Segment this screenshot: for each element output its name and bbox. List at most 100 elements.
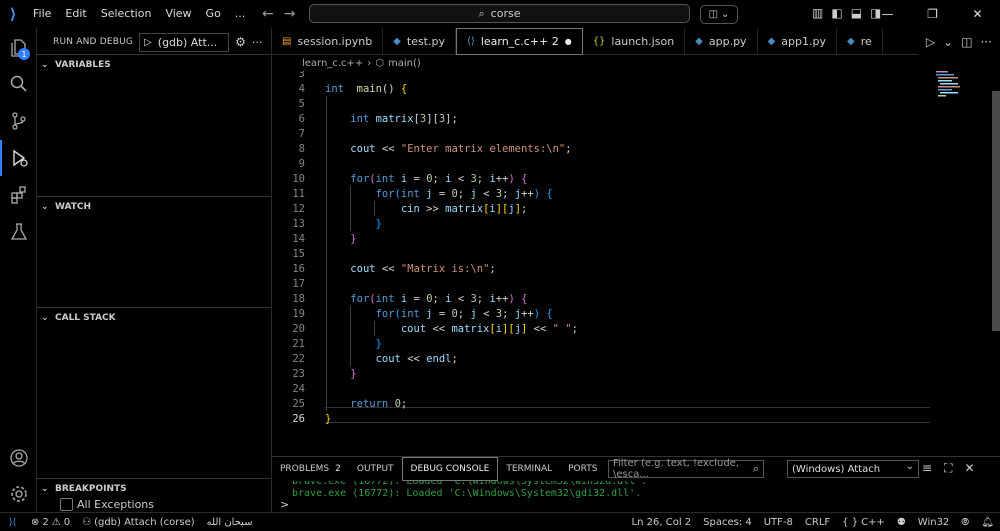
maximize-panel-icon[interactable]: ⛶ — [944, 461, 952, 476]
code-line[interactable]: 16 cout << "Matrix is:\n"; — [272, 262, 932, 277]
code-line[interactable]: 12 cin >> matrix[i][j]; — [272, 202, 932, 217]
code-line[interactable]: 14 } — [272, 232, 932, 247]
copilot-button[interactable]: ◫ ⌄ — [700, 4, 738, 24]
vscode-logo-icon[interactable]: ⟩ — [0, 0, 26, 28]
explorer-icon[interactable]: 1 — [0, 30, 37, 66]
menu-selection[interactable]: Selection — [94, 0, 159, 28]
breadcrumb-file[interactable]: learn_c.c++ — [302, 58, 363, 69]
console-prompt[interactable]: > — [280, 498, 289, 511]
back-arrow-icon[interactable]: ← — [262, 6, 274, 22]
variables-section-header[interactable]: ⌄ VARIABLES — [37, 54, 271, 74]
code-line[interactable]: 26} — [272, 412, 932, 427]
toggle-panel-icon[interactable]: ⬓ — [851, 6, 862, 20]
debug-status[interactable]: ⚇ (gdb) Attach (corse) — [76, 517, 201, 528]
console-filter-input[interactable]: Filter (e.g. text, !exclude, \esca... ⌕ — [608, 458, 764, 480]
menu-more[interactable]: ... — [228, 0, 253, 28]
code-line[interactable]: 6 int matrix[3][3]; — [272, 112, 932, 127]
start-debug-play-icon[interactable]: ▷ — [144, 37, 152, 48]
forward-arrow-icon[interactable]: → — [284, 6, 296, 22]
code-line[interactable]: 23 } — [272, 367, 932, 382]
panel-tab-1[interactable]: OUTPUT — [349, 457, 402, 481]
code-line[interactable]: 8 cout << "Enter matrix elements:\n"; — [272, 142, 932, 157]
call-stack-section-header[interactable]: ⌄ CALL STACK — [37, 307, 271, 327]
breadcrumb-symbol[interactable]: main() — [388, 58, 421, 69]
code-line[interactable]: 18 for(int i = 0; i < 3; i++) { — [272, 292, 932, 307]
watch-section-header[interactable]: ⌄ WATCH — [37, 196, 271, 216]
panel-tab-0[interactable]: PROBLEMS 2 — [272, 457, 349, 481]
code-line[interactable]: 7 — [272, 127, 932, 142]
minimap[interactable] — [932, 71, 1000, 456]
language-mode[interactable]: { } C++ — [836, 517, 891, 528]
chevron-down-icon[interactable]: ⌄ — [943, 35, 953, 49]
problems-status[interactable]: ⊗ 2 ⚠ 0 — [25, 517, 76, 528]
filter-funnel-icon[interactable]: ⌕ — [753, 462, 759, 476]
code-line[interactable]: 22 cout << endl; — [272, 352, 932, 367]
platform[interactable]: Win32 — [912, 517, 956, 528]
code-line[interactable]: 17 — [272, 277, 932, 292]
code-line[interactable]: 4 int main() { — [272, 82, 932, 97]
tab-0[interactable]: ▤ session.ipynb — [272, 28, 384, 55]
breakpoint-all-exceptions[interactable]: All Exceptions — [60, 498, 154, 511]
tab-2[interactable]: ⟨⟩ learn_c.c++ 2 ● — [456, 28, 583, 55]
menu-view[interactable]: View — [158, 0, 198, 28]
run-debug-icon[interactable] — [0, 140, 37, 176]
code-line[interactable]: 3 — [272, 71, 932, 82]
debug-session-select[interactable]: (Windows) Attach ⌄ — [787, 460, 919, 478]
copilot-status-icon[interactable]: ⚉ — [891, 517, 912, 528]
code-line[interactable]: 13 } — [272, 217, 932, 232]
code-line[interactable]: 11 for(int j = 0; j < 3; j++) { — [272, 187, 932, 202]
debug-settings-gear-icon[interactable]: ⚙ — [235, 35, 246, 49]
settings-gear-icon[interactable] — [0, 476, 37, 512]
menu-go[interactable]: Go — [199, 0, 228, 28]
account-icon[interactable] — [0, 440, 37, 476]
panel-tab-2[interactable]: DEBUG CONSOLE — [401, 457, 499, 481]
customize-layout-icon[interactable]: ▥ — [812, 6, 823, 20]
cursor-position[interactable]: Ln 26, Col 2 — [626, 517, 698, 528]
remote-indicator-icon[interactable]: ⟩⟨ — [0, 517, 25, 528]
code-line[interactable]: 25 return 0; — [272, 397, 932, 412]
notifications-bell-icon[interactable]: 🔔︎ — [975, 517, 1000, 528]
menu-file[interactable]: File — [26, 0, 58, 28]
panel-tab-4[interactable]: PORTS — [560, 457, 605, 481]
tab-3[interactable]: {} launch.json — [583, 28, 686, 55]
tab-4[interactable]: ◆ app.py — [685, 28, 758, 55]
close-icon[interactable]: ✕ — [955, 0, 1000, 28]
tab-1[interactable]: ◆ test.py — [383, 28, 456, 55]
tab-5[interactable]: ◆ app1.py — [758, 28, 837, 55]
code-line[interactable]: 20 cout << matrix[i][j] << " "; — [272, 322, 932, 337]
breakpoints-section-header[interactable]: ⌄ BREAKPOINTS — [37, 478, 271, 498]
tab-6[interactable]: ◆ re — [837, 28, 883, 55]
split-editor-icon[interactable]: ◫ — [961, 35, 972, 49]
code-line[interactable]: 19 for(int j = 0; j < 3; j++) { — [272, 307, 932, 322]
more-actions-icon[interactable]: ··· — [981, 35, 992, 49]
unsaved-dot-icon[interactable]: ● — [565, 37, 572, 46]
clear-console-icon[interactable]: ≡ — [922, 461, 932, 476]
close-panel-icon[interactable]: ✕ — [964, 461, 974, 476]
code-line[interactable]: 5 — [272, 97, 932, 112]
broadcast-icon[interactable]: ⦾ — [955, 517, 975, 528]
source-control-icon[interactable] — [0, 103, 37, 139]
all-exceptions-checkbox[interactable] — [60, 498, 73, 511]
debug-config-select[interactable]: ▷ (gdb) Att... — [139, 32, 230, 52]
code-line[interactable]: 24 — [272, 382, 932, 397]
restore-icon[interactable]: ❐ — [910, 0, 955, 28]
more-actions-icon[interactable]: ··· — [252, 36, 263, 49]
testing-flask-icon[interactable] — [0, 214, 37, 250]
extensions-icon[interactable] — [0, 177, 37, 213]
code-line[interactable]: 10 for(int i = 0; i < 3; i++) { — [272, 172, 932, 187]
code-editor[interactable]: 3 4 int main() {5 6 int matrix[3][3]; 7 8 cou… — [272, 71, 1000, 456]
search-view-icon[interactable] — [0, 66, 37, 102]
code-line[interactable]: 21 } — [272, 337, 932, 352]
panel-tab-3[interactable]: TERMINAL — [498, 457, 560, 481]
minimize-icon[interactable]: — — [865, 0, 910, 28]
code-line[interactable]: 9 — [272, 157, 932, 172]
run-code-icon[interactable]: ▷ — [926, 35, 935, 49]
indentation[interactable]: Spaces: 4 — [697, 517, 758, 528]
menu-edit[interactable]: Edit — [58, 0, 93, 28]
encoding[interactable]: UTF-8 — [758, 517, 799, 528]
editor-scrollbar-thumb[interactable] — [992, 91, 1000, 331]
command-center-search[interactable]: ⌕ corse — [309, 4, 690, 23]
toggle-sidebar-icon[interactable]: ◧ — [831, 6, 842, 20]
line-ending[interactable]: CRLF — [799, 517, 836, 528]
code-line[interactable]: 15 — [272, 247, 932, 262]
